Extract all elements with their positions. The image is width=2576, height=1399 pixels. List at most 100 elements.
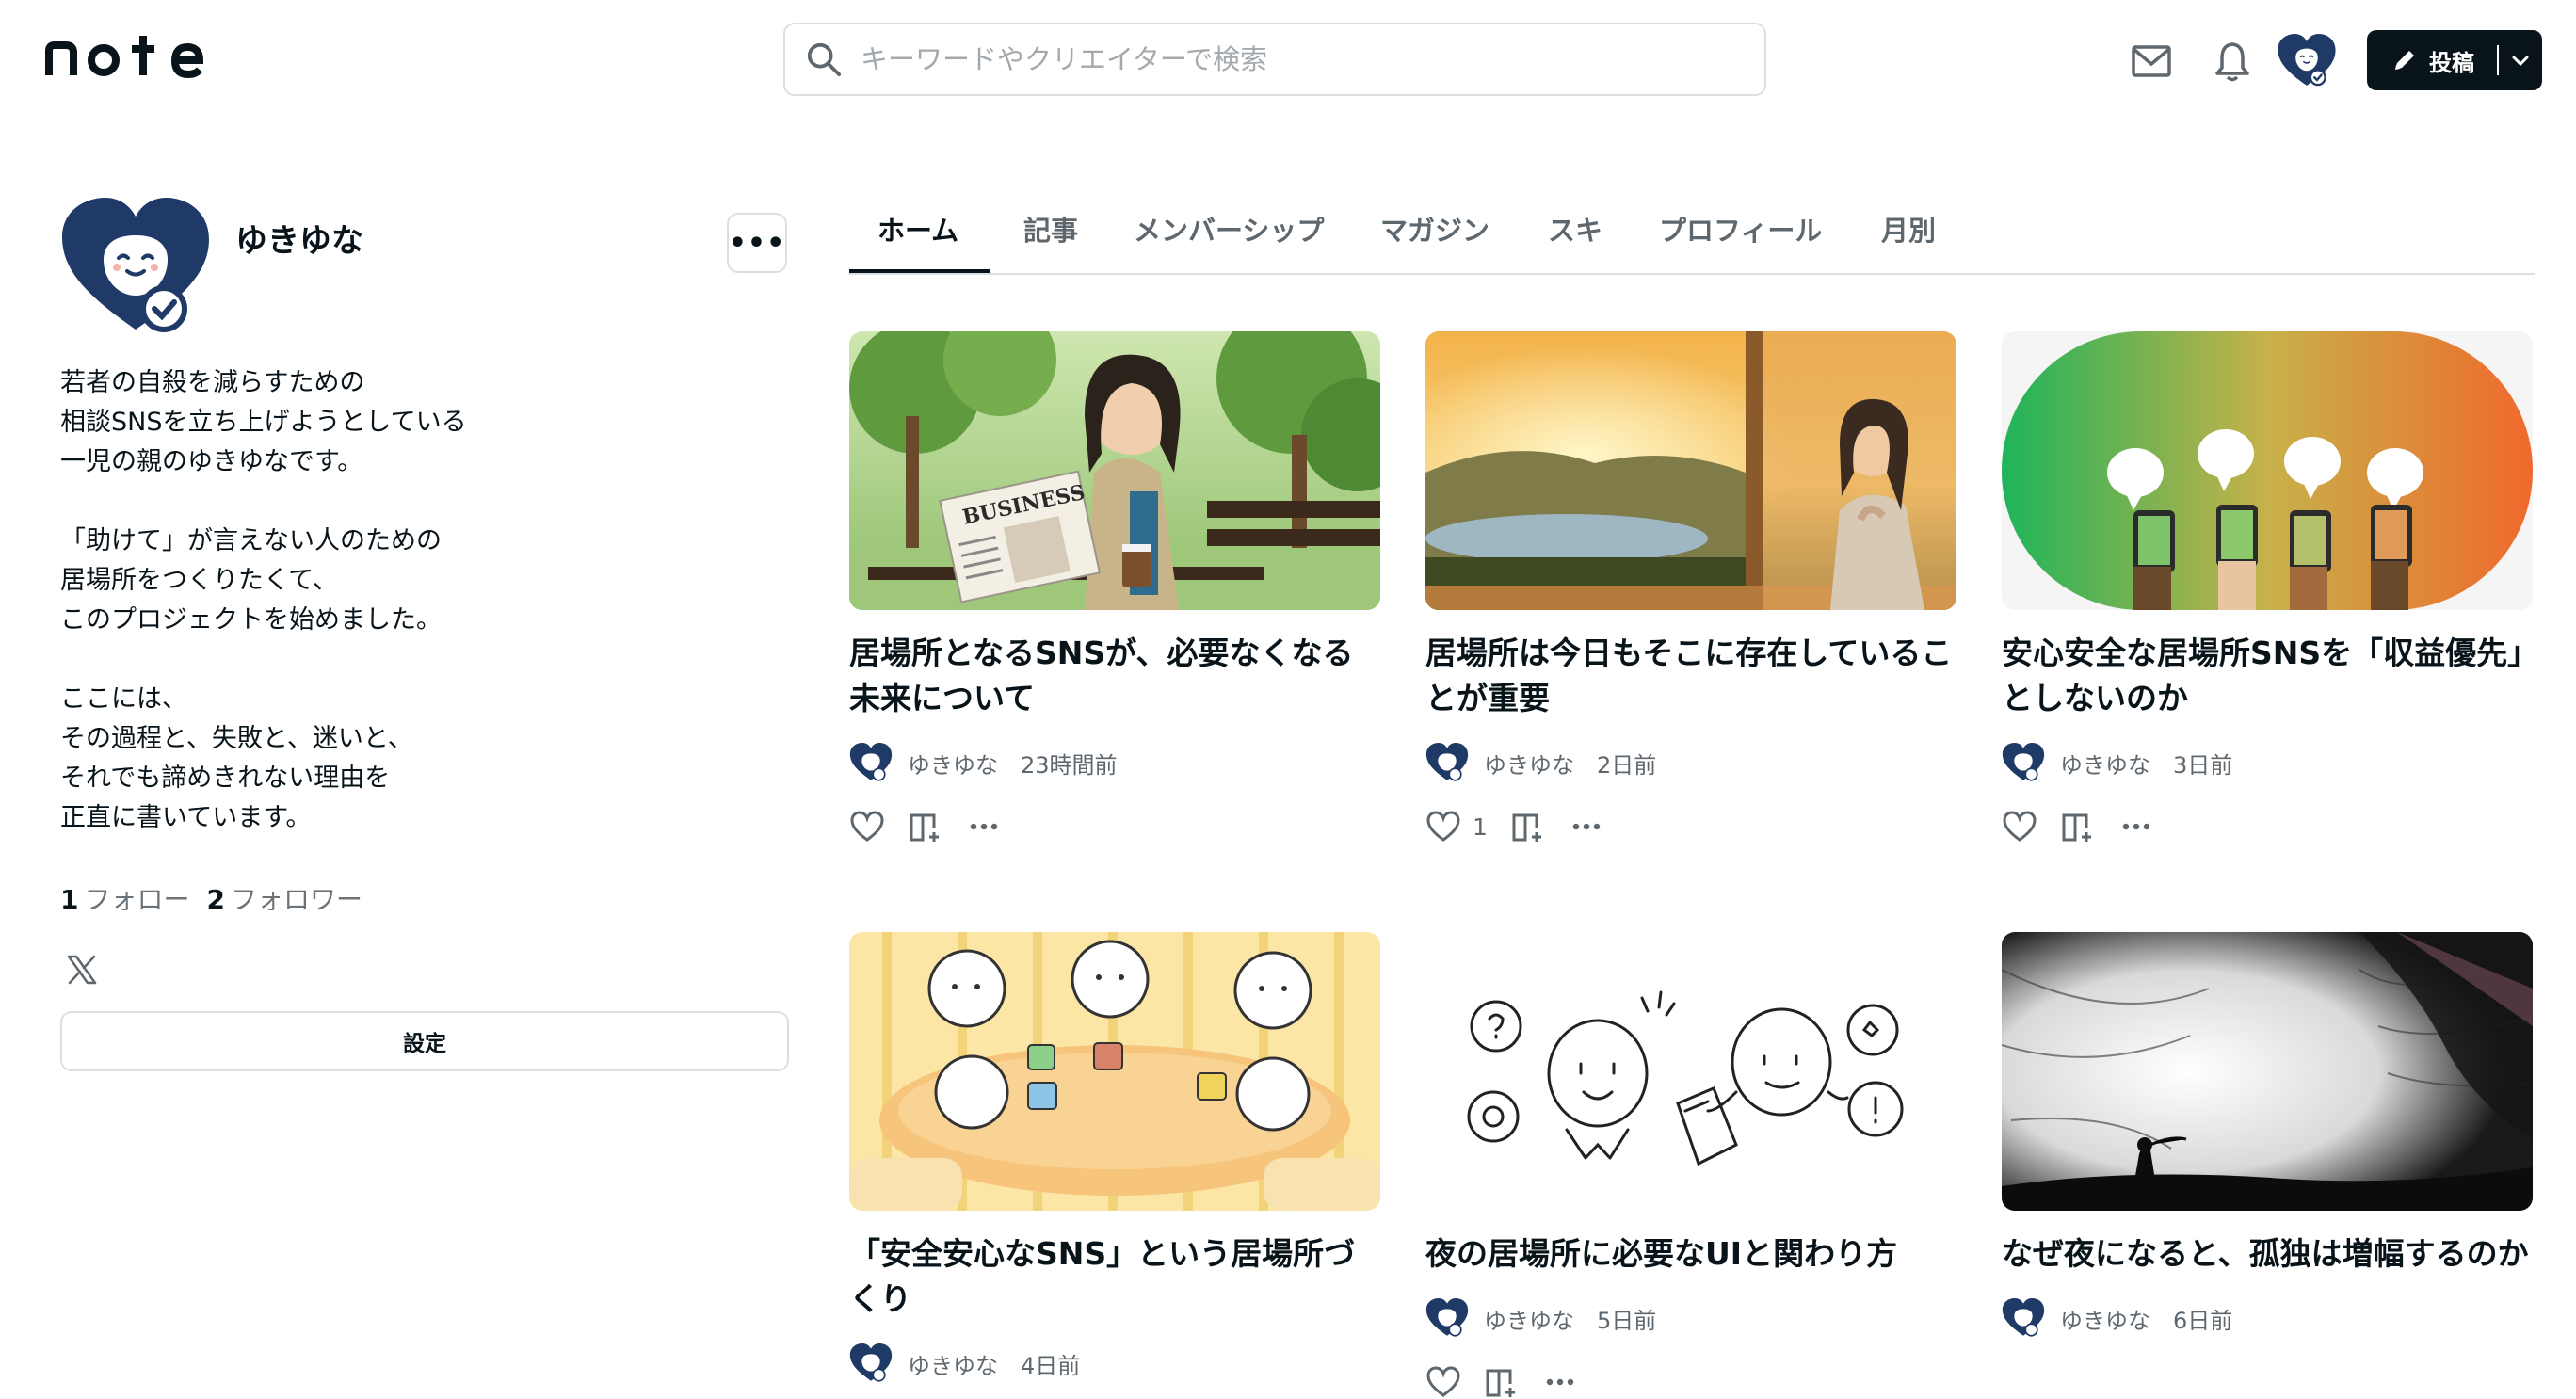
round-table-characters-illustration	[849, 932, 1380, 1211]
post-time: 2日前	[1597, 751, 1657, 779]
author-avatar[interactable]	[849, 743, 893, 782]
author-name[interactable]: ゆきゆな	[908, 747, 998, 780]
profile-name: ゆきゆな	[235, 222, 363, 260]
article-thumbnail[interactable]	[849, 932, 1380, 1211]
article-title[interactable]: 安心安全な居場所SNSを「収益優先」としないのか	[2002, 631, 2533, 721]
more-icon[interactable]	[1542, 1365, 1578, 1399]
add-to-magazine-icon[interactable]	[908, 810, 943, 844]
phones-speech-bubbles-illustration	[2002, 331, 2533, 610]
article-card[interactable]: BUSINESS 居場所となるSNSが、必要なくなる未来について ゆきゆな 23…	[849, 331, 1380, 845]
post-time: 6日前	[2173, 1307, 2233, 1334]
park-woman-newspaper-illustration: BUSINESS	[849, 331, 1380, 610]
article-meta: ゆきゆな 2日前	[1425, 742, 1956, 783]
article-thumbnail[interactable]	[1425, 932, 1956, 1211]
author-name[interactable]: ゆきゆな	[2060, 1302, 2150, 1335]
header: 投稿	[0, 0, 2576, 122]
profile-tabs: ホーム 記事 メンバーシップ マガジン スキ プロフィール 月別	[849, 203, 2535, 275]
article-actions	[849, 808, 1380, 845]
bell-icon[interactable]	[2211, 40, 2254, 83]
tab-home[interactable]: ホーム	[877, 209, 958, 249]
ink-night-storm-illustration	[2002, 932, 2533, 1211]
article-title[interactable]: なぜ夜になると、孤独は増幅するのか	[2002, 1231, 2533, 1277]
post-time: 5日前	[1597, 1307, 1657, 1334]
tab-membership[interactable]: メンバーシップ	[1134, 209, 1324, 249]
bio-paragraph: 若者の自殺を減らすための 相談SNSを立ち上げようとしている 一児の親のゆきゆな…	[60, 368, 467, 476]
like-count: 1	[1473, 812, 1488, 841]
window-sunset-woman-illustration	[1425, 331, 1956, 610]
article-actions	[2002, 808, 2533, 845]
article-title[interactable]: 夜の居場所に必要なUIと関わり方	[1425, 1231, 1956, 1277]
pencil-icon	[2395, 51, 2414, 70]
more-icon[interactable]	[2118, 810, 2154, 844]
line-drawing-characters-illustration	[1425, 932, 1956, 1211]
article-card[interactable]: 居場所は今日もそこに存在していることが重要 ゆきゆな 2日前 1	[1425, 331, 1956, 845]
article-title[interactable]: 「安全安心なSNS」という居場所づくり	[849, 1231, 1380, 1322]
bio-paragraph: ここには、 その過程と、失敗と、迷いと、 それでも諦めきれない理由を 正直に書い…	[60, 684, 413, 832]
post-button[interactable]: 投稿	[2367, 30, 2542, 90]
bio-paragraph: 「助けて」が言えない人のための 居場所をつくりたくて、 このプロジェクトを始めま…	[60, 526, 442, 635]
author-name[interactable]: ゆきゆな	[2060, 747, 2150, 780]
more-icon: •••	[728, 226, 786, 260]
article-card[interactable]: なぜ夜になると、孤独は増幅するのか ゆきゆな 6日前	[2002, 932, 2533, 1339]
follow-link[interactable]: 1 フォロー	[60, 879, 190, 917]
article-card[interactable]: 安心安全な居場所SNSを「収益優先」としないのか ゆきゆな 3日前	[2002, 331, 2533, 845]
article-meta: ゆきゆな 4日前	[849, 1343, 1380, 1384]
heart-icon[interactable]	[1425, 1365, 1461, 1399]
profile-more-button[interactable]: •••	[727, 213, 787, 273]
profile-avatar[interactable]	[60, 198, 211, 337]
tab-likes[interactable]: スキ	[1548, 209, 1602, 249]
article-thumbnail[interactable]	[2002, 932, 2533, 1211]
active-tab-indicator	[849, 269, 990, 273]
article-title[interactable]: 居場所となるSNSが、必要なくなる未来について	[849, 631, 1380, 721]
post-time: 4日前	[1021, 1352, 1081, 1379]
search-icon	[807, 42, 842, 77]
author-name[interactable]: ゆきゆな	[1484, 747, 1574, 780]
article-meta: ゆきゆな 5日前	[1425, 1297, 1956, 1339]
article-card[interactable]: 「安全安心なSNS」という居場所づくり ゆきゆな 4日前	[849, 932, 1380, 1384]
tab-profile[interactable]: プロフィール	[1659, 209, 1822, 249]
heart-icon[interactable]	[849, 810, 885, 844]
tab-monthly[interactable]: 月別	[1881, 209, 1936, 249]
follow-stats: 1 フォロー 2 フォロワー	[60, 879, 362, 917]
author-avatar[interactable]	[2002, 1298, 2045, 1338]
note-logo[interactable]	[43, 26, 232, 83]
article-title[interactable]: 居場所は今日もそこに存在していることが重要	[1425, 631, 1956, 721]
profile-bio: 若者の自殺を減らすための 相談SNSを立ち上げようとしている 一児の親のゆきゆな…	[60, 363, 738, 838]
article-meta: ゆきゆな 23時間前	[849, 742, 1380, 783]
heart-icon[interactable]	[1425, 810, 1461, 844]
x-twitter-icon[interactable]	[66, 955, 98, 985]
follower-link[interactable]: 2 フォロワー	[207, 879, 363, 917]
search-input[interactable]	[861, 43, 1764, 75]
author-avatar[interactable]	[2002, 743, 2045, 782]
settings-button[interactable]: 設定	[60, 1011, 789, 1071]
more-icon[interactable]	[966, 810, 1002, 844]
add-to-magazine-icon[interactable]	[1484, 1365, 1520, 1399]
mail-icon[interactable]	[2130, 40, 2173, 83]
post-time: 3日前	[2173, 751, 2233, 779]
post-button-label: 投稿	[2429, 49, 2474, 76]
article-thumbnail[interactable]	[2002, 331, 2533, 610]
article-meta: ゆきゆな 3日前	[2002, 742, 2533, 783]
user-avatar[interactable]	[2277, 34, 2337, 88]
search-bar[interactable]	[783, 23, 1766, 96]
add-to-magazine-icon[interactable]	[1510, 810, 1546, 844]
article-thumbnail[interactable]: BUSINESS	[849, 331, 1380, 610]
article-meta: ゆきゆな 6日前	[2002, 1297, 2533, 1339]
more-icon[interactable]	[1569, 810, 1604, 844]
tab-articles[interactable]: 記事	[1023, 209, 1078, 249]
author-name[interactable]: ゆきゆな	[1484, 1302, 1574, 1335]
heart-icon[interactable]	[2002, 810, 2037, 844]
post-button-divider	[2497, 45, 2499, 75]
post-time: 23時間前	[1021, 751, 1118, 779]
article-card[interactable]: 夜の居場所に必要なUIと関わり方 ゆきゆな 5日前	[1425, 932, 1956, 1399]
add-to-magazine-icon[interactable]	[2060, 810, 2096, 844]
article-actions	[1425, 1363, 1956, 1399]
author-avatar[interactable]	[1425, 743, 1469, 782]
article-thumbnail[interactable]	[1425, 331, 1956, 610]
chevron-down-icon[interactable]	[2510, 51, 2531, 70]
tab-magazine[interactable]: マガジン	[1380, 209, 1489, 249]
author-name[interactable]: ゆきゆな	[908, 1347, 998, 1380]
author-avatar[interactable]	[1425, 1298, 1469, 1338]
author-avatar[interactable]	[849, 1343, 893, 1383]
article-actions: 1	[1425, 808, 1956, 845]
